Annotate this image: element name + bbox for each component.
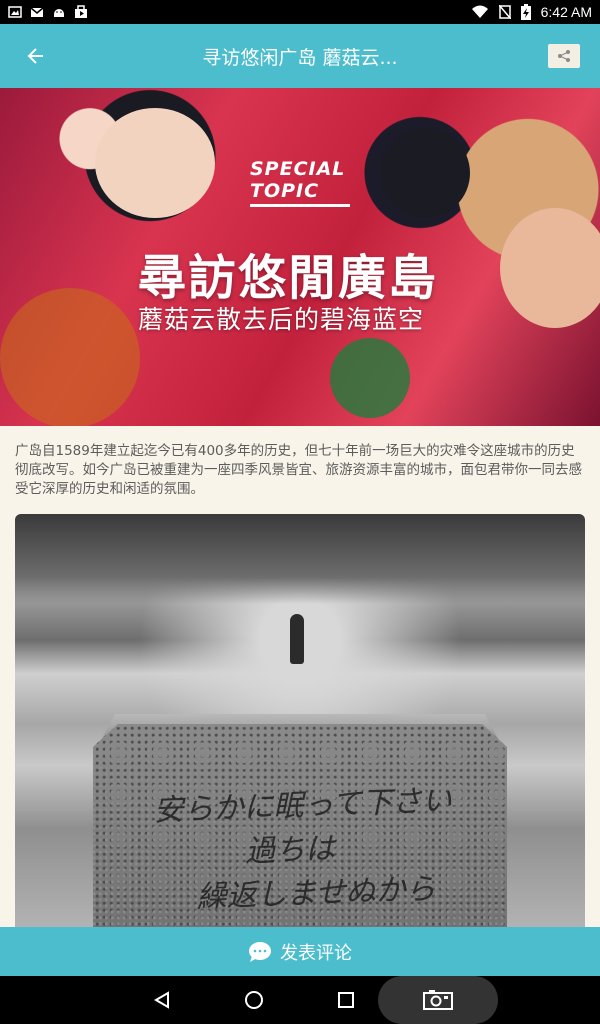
- screenshot-button[interactable]: [378, 976, 498, 1024]
- gmail-icon: [30, 7, 44, 17]
- recents-square-icon: [338, 992, 354, 1008]
- nav-back-button[interactable]: [150, 988, 174, 1012]
- back-button[interactable]: [0, 24, 72, 88]
- hero-banner: SPECIAL TOPIC 尋訪悠閒廣島 蘑菇云散去后的碧海蓝空: [0, 88, 600, 426]
- doll-face-decoration: [500, 208, 600, 328]
- tag-line-1: SPECIAL: [250, 158, 346, 180]
- battery-charging-icon: [520, 4, 531, 20]
- share-icon: [558, 50, 570, 62]
- doll-face-decoration: [95, 108, 215, 218]
- wifi-icon: [471, 5, 488, 18]
- comment-bubble-icon: [249, 941, 271, 962]
- article-content[interactable]: SPECIAL TOPIC 尋訪悠閒廣島 蘑菇云散去后的碧海蓝空 广岛自1589…: [0, 88, 600, 927]
- home-circle-icon: [245, 991, 263, 1009]
- arrow-left-icon: [27, 48, 43, 64]
- nav-home-button[interactable]: [242, 988, 266, 1012]
- tag-underline: [250, 204, 350, 207]
- comment-label: 发表评论: [280, 942, 352, 964]
- ribbon-decoration: [330, 338, 410, 418]
- comment-button[interactable]: 发表评论: [0, 927, 600, 976]
- system-nav-bar: [0, 976, 600, 1024]
- lantern-decoration: [0, 288, 140, 426]
- screenshot-camera-icon: [423, 990, 453, 1010]
- share-button[interactable]: [548, 44, 580, 68]
- status-bar: 6:42 AM: [0, 0, 600, 24]
- clock: 6:42 AM: [540, 4, 592, 20]
- back-triangle-icon: [154, 991, 169, 1009]
- system-indicators: 6:42 AM: [471, 4, 592, 20]
- doll-head-decoration: [380, 128, 470, 218]
- android-icon: [54, 9, 64, 17]
- tag-line-2: TOPIC: [250, 180, 320, 202]
- hero-headline: 尋訪悠閒廣島: [138, 250, 439, 306]
- memorial-photo: 安らかに眠って下さい 過ちは 繰返しませぬから: [15, 514, 585, 927]
- hero-subheadline: 蘑菇云散去后的碧海蓝空: [138, 305, 425, 334]
- stone-inscription: 安らかに眠って下さい 過ちは 繰返しませぬから: [153, 778, 477, 921]
- page-title: 寻访悠闲广岛 蘑菇云...: [202, 46, 398, 69]
- special-topic-tag: SPECIAL TOPIC: [250, 158, 350, 207]
- nav-recents-button[interactable]: [334, 988, 358, 1012]
- photo-person-figure: [290, 614, 304, 664]
- image-icon: [8, 6, 22, 18]
- intro-paragraph: 广岛自1589年建立起迄今已有400多年的历史，但七十年前一场巨大的灾难令这座城…: [15, 443, 582, 497]
- bag-icon: [75, 5, 87, 18]
- no-sim-icon: [498, 5, 511, 19]
- photo-background-trees: [15, 514, 585, 604]
- app-bar: 寻访悠闲广岛 蘑菇云...: [0, 24, 600, 88]
- notification-icons: [8, 5, 88, 19]
